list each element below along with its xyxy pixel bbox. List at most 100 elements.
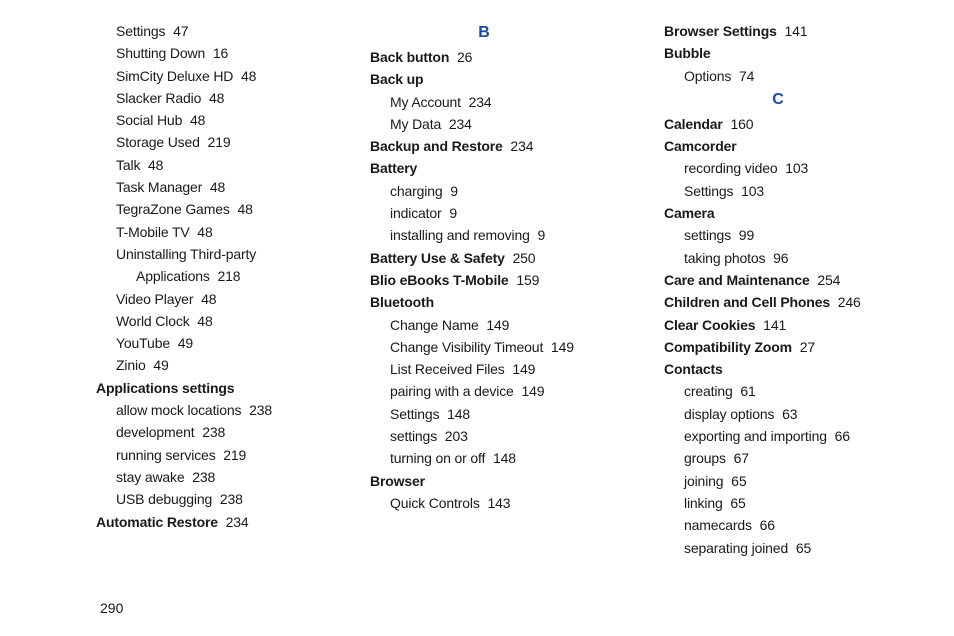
index-entry-label: Bluetooth [370,294,434,310]
index-entry-page: 148 [489,450,516,466]
index-entry-label: installing and removing [390,227,530,243]
index-entry-label: SimCity Deluxe HD [116,68,233,84]
index-entry-page: 74 [735,68,754,84]
index-columns: Settings 47 Shutting Down 16 SimCity Delux… [70,20,914,559]
index-entry: Storage Used 219 [70,131,330,153]
index-entry: List Received Files 149 [344,358,624,380]
index-entry-page: 143 [484,495,511,511]
index-entry-label: Zinio [116,357,146,373]
index-entry-label: Care and Maintenance [664,272,810,288]
index-entry-label: Shutting Down [116,45,205,61]
index-entry-page: 48 [144,157,163,173]
index-entry-page: 234 [445,116,472,132]
index-entry: charging 9 [344,180,624,202]
section-header: C [638,89,918,111]
index-entry-label: Settings [684,183,733,199]
index-entry: Change Name 149 [344,314,624,336]
index-entry-label: charging [390,183,443,199]
index-entry-page: 16 [209,45,228,61]
index-entry-page: 48 [186,112,205,128]
index-entry-page: 234 [507,138,534,154]
index-entry-page: 238 [216,491,243,507]
index-entry-label: USB debugging [116,491,212,507]
index-entry-label: development [116,424,195,440]
index-entry-label: TegraZone Games [116,201,230,217]
index-entry-label: Settings [390,406,439,422]
index-entry-label: namecards [684,517,752,533]
index-entry-label: Change Visibility Timeout [390,339,543,355]
index-entry-label: creating [684,383,733,399]
index-entry-page: 149 [518,383,545,399]
index-entry-page: 67 [730,450,749,466]
index-entry-page: 48 [197,291,216,307]
index-entry: Change Visibility Timeout 149 [344,336,624,358]
index-entry: Compatibility Zoom 27 [638,336,918,358]
index-entry-label: turning on or off [390,450,485,466]
index-entry-label: indicator [390,205,442,221]
index-entry-label: Uninstalling Third-party [116,246,256,262]
index-entry-label: allow mock locations [116,402,241,418]
index-entry-page: 238 [199,424,226,440]
index-entry-page: 65 [727,495,746,511]
index-entry: linking 65 [638,492,918,514]
index-entry: Children and Cell Phones 246 [638,291,918,313]
index-entry-label: Applications settings [96,380,234,396]
index-entry-label: separating joined [684,540,788,556]
index-entry-label: T-Mobile TV [116,224,190,240]
index-entry-label: linking [684,495,723,511]
index-entry: TegraZone Games 48 [70,198,330,220]
index-entry-label: Slacker Radio [116,90,201,106]
index-entry-label: Back up [370,71,423,87]
index-entry-label: Video Player [116,291,193,307]
index-entry-label: exporting and importing [684,428,827,444]
index-entry: Battery [344,157,624,179]
index-entry: Talk 48 [70,154,330,176]
index-entry-page: 238 [245,402,272,418]
index-entry-label: Social Hub [116,112,182,128]
index-entry: Uninstalling Third-party [70,243,330,265]
index-entry: Task Manager 48 [70,176,330,198]
index-entry-label: Contacts [664,361,723,377]
index-entry: joining 65 [638,470,918,492]
index-entry-label: Compatibility Zoom [664,339,792,355]
index-entry: Back button 26 [344,46,624,68]
index-entry: settings 99 [638,224,918,246]
index-entry-page: 9 [534,227,545,243]
index-entry: Battery Use & Safety 250 [344,247,624,269]
index-entry: running services 219 [70,444,330,466]
index-entry: Video Player 48 [70,288,330,310]
index-entry-label: List Received Files [390,361,505,377]
index-entry-label: Clear Cookies [664,317,755,333]
index-entry-page: 234 [222,514,249,530]
index-column-2: BBack button 26Back upMy Account 234My D… [344,20,624,559]
index-entry-label: pairing with a device [390,383,514,399]
index-entry: Settings 47 [70,20,330,42]
index-entry-page: 48 [194,224,213,240]
index-entry: Slacker Radio 48 [70,87,330,109]
index-entry-label: Battery Use & Safety [370,250,505,266]
index-entry: Back up [344,68,624,90]
index-entry-label: Back button [370,49,449,65]
index-entry-page: 219 [220,447,247,463]
index-entry: Care and Maintenance 254 [638,269,918,291]
index-entry-page: 149 [547,339,574,355]
index-entry: USB debugging 238 [70,488,330,510]
index-entry-label: Storage Used [116,134,200,150]
index-entry-label: Battery [370,160,417,176]
index-entry-page: 254 [814,272,841,288]
index-entry: taking photos 96 [638,247,918,269]
index-entry-page: 48 [206,179,225,195]
index-entry-page: 103 [781,160,808,176]
index-entry: namecards 66 [638,514,918,536]
index-entry-label: taking photos [684,250,765,266]
index-entry: Backup and Restore 234 [344,135,624,157]
index-entry-page: 48 [194,313,213,329]
index-entry: Applications settings [70,377,330,399]
index-entry: Settings 148 [344,403,624,425]
index-entry-page: 148 [443,406,470,422]
index-entry-page: 99 [735,227,754,243]
index-entry: Camcorder [638,135,918,157]
index-entry-page: 26 [453,49,472,65]
index-entry: turning on or off 148 [344,447,624,469]
index-entry-page: 66 [756,517,775,533]
